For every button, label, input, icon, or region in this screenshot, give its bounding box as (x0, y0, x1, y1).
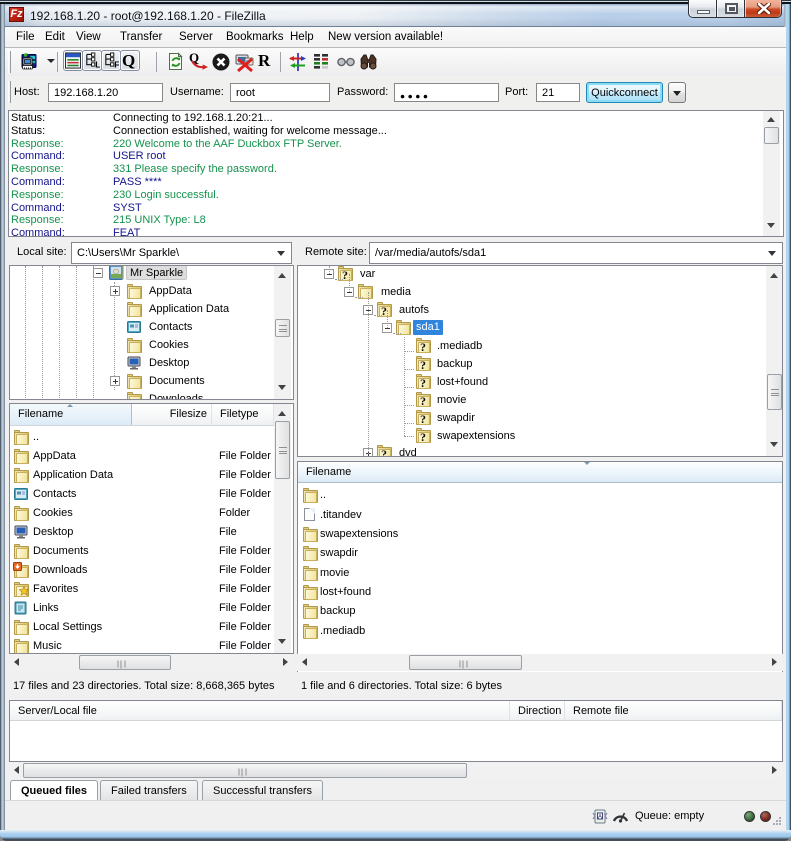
svg-text:L: L (95, 60, 100, 69)
svg-text:A: A (598, 815, 602, 821)
svg-text:F: F (114, 60, 119, 69)
